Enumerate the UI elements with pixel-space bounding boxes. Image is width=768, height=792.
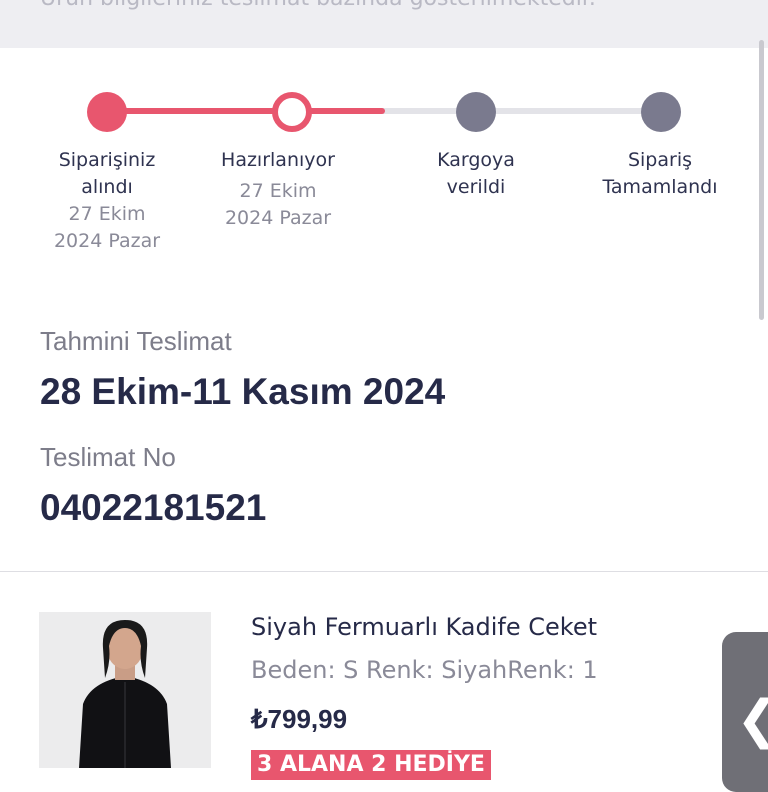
product-photo-illustration — [39, 612, 211, 768]
step-4-title-line1: Sipariş — [627, 149, 693, 171]
estimated-delivery-value: 28 Ekim-11 Kasım 2024 — [40, 371, 446, 412]
promo-badge: 3 ALANA 2 HEDİYE — [251, 750, 491, 780]
info-banner: Ürün bilgileriniz teslimat bazında göste… — [0, 0, 768, 48]
step-3-title-line2: verildi — [446, 176, 506, 198]
step-1-text: Siparişiniz alındı 27 Ekim 2024 Pazar — [17, 147, 197, 255]
info-banner-text: Ürün bilgileriniz teslimat bazında göste… — [40, 0, 596, 11]
product-variant: Beden: S Renk: SiyahRenk: 1 — [251, 656, 598, 684]
step-2-text: Hazırlanıyor 27 Ekim 2024 Pazar — [188, 147, 368, 232]
step-2-dot — [272, 92, 312, 132]
step-2-date-line2: 2024 Pazar — [224, 207, 332, 229]
product-image[interactable] — [39, 612, 211, 768]
step-3-title-line1: Kargoya — [437, 149, 515, 171]
chevron-left-icon[interactable]: ❮ — [736, 690, 768, 750]
step-1-date-line2: 2024 Pazar — [53, 230, 161, 252]
step-1-title-line1: Siparişiniz — [58, 149, 156, 171]
step-4-dot — [641, 92, 681, 132]
step-2-date-line1: 27 Ekim — [239, 180, 317, 202]
step-1-title-line2: alındı — [81, 176, 133, 198]
step-4-text: Sipariş Tamamlandı — [570, 147, 750, 201]
product-name[interactable]: Siyah Fermuarlı Kadife Ceket — [251, 613, 597, 641]
step-1-date-line1: 27 Ekim — [68, 203, 146, 225]
step-3-text: Kargoya verildi — [386, 147, 566, 201]
step-1-dot — [87, 92, 127, 132]
step-3-dot — [456, 92, 496, 132]
step-4-title-line2: Tamamlandı — [602, 176, 718, 198]
estimated-delivery-label: Tahmini Teslimat — [40, 326, 232, 356]
progress-track-fill — [107, 108, 385, 114]
scrollbar[interactable] — [759, 40, 764, 320]
delivery-number-label: Teslimat No — [40, 442, 176, 472]
section-divider — [0, 571, 768, 572]
delivery-number-value: 04022181521 — [40, 487, 267, 528]
step-2-title-line1: Hazırlanıyor — [221, 149, 335, 171]
product-price: ₺799,99 — [251, 704, 348, 734]
